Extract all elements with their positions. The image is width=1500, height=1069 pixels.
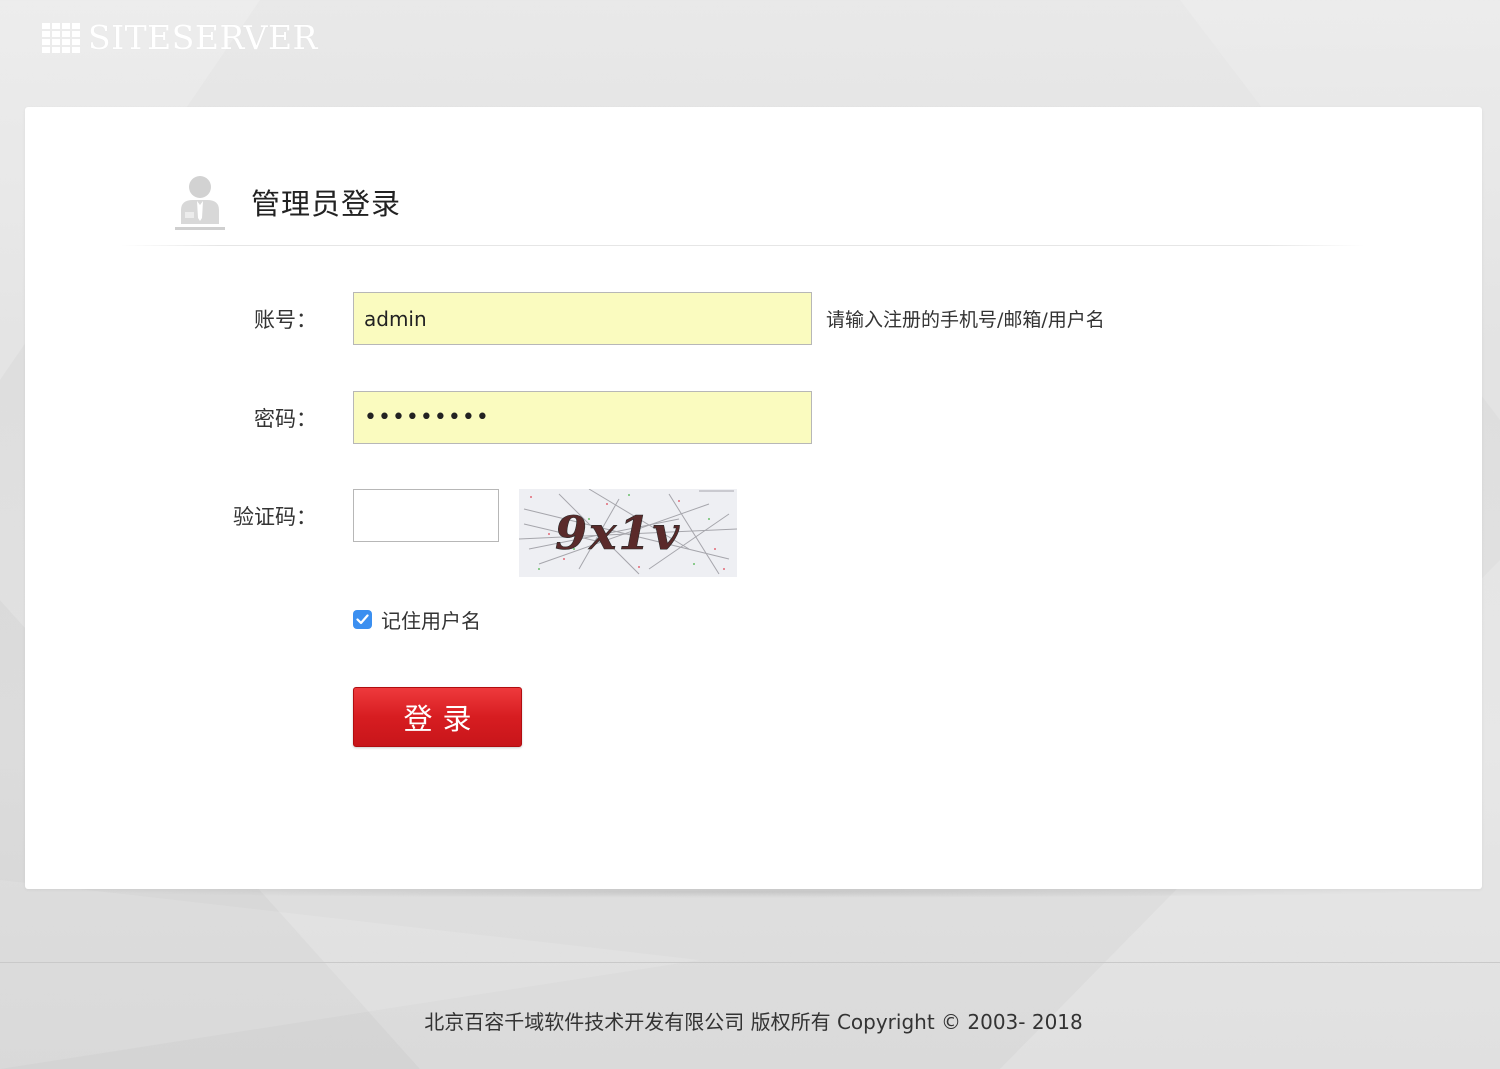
panel-header: 管理员登录 bbox=[175, 167, 401, 237]
captcha-text: 9x1v bbox=[555, 506, 681, 560]
password-label: 密码： bbox=[254, 406, 317, 431]
account-input[interactable] bbox=[353, 292, 812, 345]
footer-copyright: 北京百容千域软件技术开发有限公司 版权所有 Copyright © 2003- … bbox=[424, 1010, 1083, 1034]
page-title: 管理员登录 bbox=[251, 187, 402, 221]
remember-checkbox[interactable] bbox=[353, 610, 372, 629]
header-divider bbox=[120, 245, 1365, 246]
captcha-input[interactable] bbox=[353, 489, 499, 542]
account-hint: 请输入注册的手机号/邮箱/用户名 bbox=[826, 309, 1105, 331]
account-row: 账号： 请输入注册的手机号/邮箱/用户名 bbox=[25, 292, 1105, 345]
captcha-row: 验证码： 9x1v bbox=[25, 489, 737, 577]
grid-logo-icon bbox=[42, 23, 80, 53]
logo-text: SITESERVER bbox=[88, 18, 318, 57]
site-logo: SITESERVER bbox=[42, 18, 318, 58]
captcha-image[interactable]: 9x1v bbox=[519, 489, 737, 577]
login-button[interactable]: 登录 bbox=[353, 687, 522, 747]
password-input[interactable] bbox=[353, 391, 812, 444]
check-icon bbox=[356, 614, 369, 625]
remember-label: 记住用户名 bbox=[381, 609, 481, 633]
footer-divider bbox=[0, 962, 1500, 963]
password-row: 密码： bbox=[25, 391, 812, 444]
login-panel: 管理员登录 账号： 请输入注册的手机号/邮箱/用户名 密码： 验证码： bbox=[25, 107, 1482, 889]
account-label: 账号： bbox=[254, 307, 317, 332]
captcha-label: 验证码： bbox=[233, 505, 317, 529]
remember-username[interactable]: 记住用户名 bbox=[353, 605, 481, 634]
admin-user-icon bbox=[175, 176, 225, 230]
